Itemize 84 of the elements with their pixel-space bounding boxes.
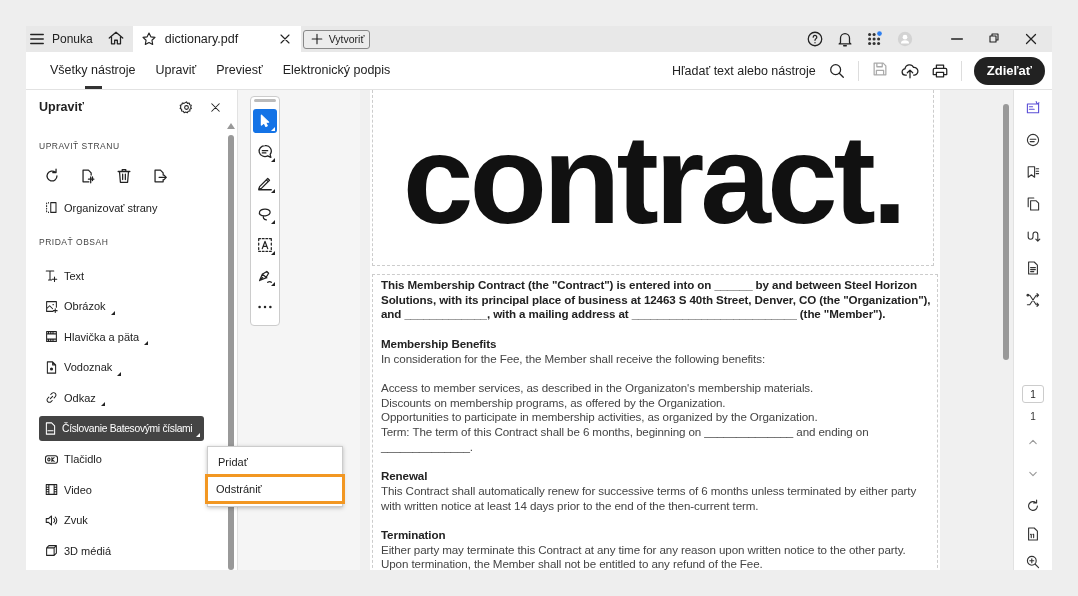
section-heading: Membership Benefits bbox=[381, 336, 498, 352]
item-label: Hlavička a päta bbox=[64, 330, 140, 343]
item-label: 3D médiá bbox=[64, 544, 112, 557]
trash-icon[interactable] bbox=[115, 167, 133, 185]
create-button[interactable]: Vytvoriť bbox=[302, 29, 371, 49]
menu-button[interactable]: Ponuka bbox=[26, 26, 101, 52]
item-label: Číslovanie Batesovými číslami bbox=[62, 422, 193, 434]
item-label: Tlačidlo bbox=[64, 453, 102, 466]
document-paragraph: Discounts on membership programs, as offered by the Organization. bbox=[381, 395, 727, 411]
section-heading: PRIDAŤ OBSAH bbox=[39, 237, 110, 247]
panel-item[interactable]: Video bbox=[39, 477, 97, 503]
section-heading: Termination bbox=[381, 527, 447, 543]
document-paragraph: Either party may terminate this Contract at any time for any reason upon written notice to the other party. Upon termination, the Member shall not be entitled to any refund of the Fee. bbox=[381, 542, 907, 570]
speaker-icon bbox=[44, 512, 59, 528]
section-heading: Renewal bbox=[381, 469, 429, 484]
panel-title: Upraviť bbox=[39, 100, 85, 114]
toolbar-tab[interactable]: Previesť bbox=[206, 52, 273, 89]
film-icon bbox=[44, 482, 59, 498]
toolbar-tab[interactable]: Upraviť bbox=[145, 52, 207, 89]
star-icon[interactable] bbox=[140, 31, 157, 47]
item-label: Vodoznak bbox=[64, 361, 113, 374]
share-button[interactable]: Zdieľať bbox=[973, 56, 1045, 85]
link-icon bbox=[44, 390, 59, 406]
menu-item[interactable]: Pridať bbox=[208, 449, 342, 474]
lasso-icon[interactable] bbox=[256, 205, 274, 223]
zoom-in-icon[interactable] bbox=[1025, 554, 1041, 570]
panel-item[interactable]: Odkaz bbox=[39, 385, 110, 411]
document-tab[interactable]: dictionary.pdf bbox=[132, 26, 301, 52]
edit-document-icon[interactable] bbox=[1025, 100, 1041, 116]
item-label: Zvuk bbox=[64, 514, 88, 527]
comment-circle-icon[interactable] bbox=[1025, 132, 1041, 148]
panel-item[interactable]: Organizovať strany bbox=[39, 195, 163, 220]
settings-icon[interactable] bbox=[179, 99, 194, 115]
text-select-icon[interactable] bbox=[256, 236, 274, 254]
upload-icon[interactable] bbox=[900, 61, 919, 80]
restore-icon[interactable] bbox=[986, 30, 1002, 46]
text-add-icon bbox=[44, 268, 59, 283]
panel-item[interactable]: Obrázok bbox=[39, 293, 120, 319]
bookmark-icon[interactable] bbox=[1025, 164, 1041, 180]
document-paragraph: In consideration for the Fee, the Member shall receive the following benefits: bbox=[381, 351, 767, 367]
toolbar-tab[interactable]: Všetky nástroje bbox=[40, 52, 146, 89]
page-count: 1 bbox=[1030, 411, 1036, 422]
search-icon[interactable] bbox=[827, 61, 846, 80]
scrollbar[interactable] bbox=[1003, 104, 1009, 360]
grid-icon[interactable] bbox=[866, 30, 884, 48]
menu-item[interactable]: Odstrániť bbox=[205, 474, 345, 504]
item-label: Odkaz bbox=[64, 391, 96, 404]
intro-paragraph: This Membership Contract (the "Contract") is entered into on ______ by and between Steel Horizon Solutions, with its principal place of business at 12463 S 40th Street, Denver, CO (the "Organization"), and _____________, with a mailing address at __________________________ (the "Member"). bbox=[381, 278, 931, 323]
search-label[interactable]: Hľadať text alebo nástroje bbox=[671, 63, 816, 78]
document-paragraph: This Contract shall automatically renew for successive terms of 6 months unless terminated by either party with written notice at least 14 days prior to the end of the then-current term. bbox=[381, 483, 918, 514]
page-export-icon[interactable] bbox=[151, 167, 169, 185]
tab-title: dictionary.pdf bbox=[164, 32, 240, 46]
help-icon[interactable] bbox=[806, 30, 824, 48]
panel-item[interactable]: Zvuk bbox=[39, 507, 93, 533]
panel-item[interactable]: 3D médiá bbox=[39, 538, 117, 564]
document-paragraph: Term: The term of this Contract shall be 6 months, beginning on ______________ and ending on ______________. bbox=[381, 425, 870, 455]
item-label: Text bbox=[64, 269, 85, 282]
section-heading: UPRAVIŤ STRANU bbox=[39, 141, 121, 151]
cube-icon bbox=[44, 543, 59, 559]
toolbar-tab[interactable]: Elektronický podpis bbox=[272, 52, 401, 89]
document-title: contract. bbox=[402, 116, 904, 243]
s-arrow-icon[interactable] bbox=[1025, 228, 1041, 244]
item-label: Video bbox=[64, 483, 92, 496]
panel-item[interactable]: Text bbox=[39, 263, 90, 288]
comment-icon[interactable] bbox=[256, 143, 274, 161]
document-paragraph: Opportunities to participate in membership activities, as organized by the Organization. bbox=[381, 410, 819, 425]
panel-item[interactable]: Číslovanie Batesovými číslami bbox=[39, 415, 205, 441]
page-number-field[interactable]: 1 bbox=[1022, 385, 1044, 403]
item-label: Obrázok bbox=[64, 300, 106, 313]
crossing-arrows-icon[interactable] bbox=[1025, 292, 1041, 308]
organize-pages-icon bbox=[44, 200, 59, 215]
text-document-icon[interactable] bbox=[1025, 260, 1041, 276]
bell-icon[interactable] bbox=[836, 30, 854, 48]
document-paragraph: Access to member services, as described in the Organizaton's membership materials. bbox=[381, 380, 815, 396]
item-label: Organizovať strany bbox=[64, 201, 158, 214]
pages-icon[interactable] bbox=[1025, 196, 1041, 212]
panel-item[interactable]: Hlavička a päta bbox=[39, 324, 154, 350]
fit-page-icon[interactable] bbox=[1025, 526, 1041, 542]
panel-item[interactable]: Vodoznak bbox=[39, 354, 127, 380]
image-add-icon bbox=[44, 298, 59, 314]
film-strip-icon bbox=[44, 329, 59, 345]
rotate-icon[interactable] bbox=[1025, 498, 1041, 514]
panel-item[interactable]: Tlačidlo bbox=[39, 446, 107, 472]
document-icon bbox=[44, 359, 59, 375]
